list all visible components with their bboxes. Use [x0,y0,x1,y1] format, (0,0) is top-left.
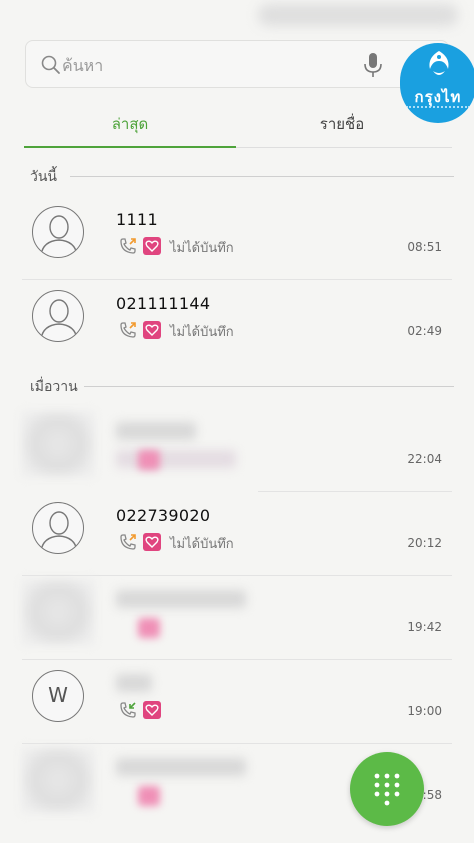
avatar [32,502,84,554]
redacted-status [258,4,458,26]
avatar [32,206,84,258]
section-yesterday: เมื่อวาน [30,376,454,398]
avatar-letter: W [48,683,68,707]
redacted-badge [138,618,160,638]
call-time: 19:42 [407,620,442,634]
tab-bar: ล่าสุด รายชื่อ [24,100,452,148]
outgoing-call-icon [120,238,136,254]
person-icon [40,215,78,256]
redacted-name [116,422,196,440]
heart-badge-icon [143,321,161,339]
avatar [32,290,84,342]
call-time: 20:12 [407,536,442,550]
tab-indicator [24,146,236,148]
redacted-avatar [22,748,94,812]
tab-contacts[interactable]: รายชื่อ [236,112,448,136]
incoming-call-icon [120,702,136,718]
call-time: 19:00 [407,704,442,718]
call-status: ไม่ได้บันทึก [170,241,234,256]
bird-logo-icon [429,51,449,75]
redacted-badge [138,786,160,806]
person-icon [40,299,78,340]
search-icon [41,55,60,74]
avatar: W [32,670,84,722]
redacted-meta [116,450,236,468]
call-log-item[interactable]: 22:04 [0,408,474,492]
call-status: ไม่ได้บันทึก [170,325,234,340]
contact-name: 022739020 [116,506,211,525]
search-bar[interactable] [25,40,449,88]
call-status: ไม่ได้บันทึก [170,537,234,552]
redacted-avatar [22,412,94,476]
mic-icon[interactable] [362,51,384,79]
contact-name: 1111 [116,210,158,229]
tab-recent[interactable]: ล่าสุด [24,112,236,136]
call-time: 22:04 [407,452,442,466]
redacted-name [116,674,152,692]
call-time: 08:51 [407,240,442,254]
call-log-item[interactable]: 19:42 [0,576,474,660]
call-log-item[interactable]: 022739020 ไม่ได้บันทึก 20:12 [0,492,474,576]
call-log-item[interactable]: 1111 ไม่ได้บันทึก 08:51 [0,196,474,280]
outgoing-call-icon [120,534,136,550]
person-icon [40,511,78,552]
section-label: วันนี้ [30,166,64,188]
heart-badge-icon [143,533,161,551]
redacted-badge [138,450,160,470]
call-log-item[interactable]: 021111144 ไม่ได้บันทึก 02:49 [0,280,474,364]
heart-badge-icon [143,701,161,719]
status-bar [0,0,474,34]
section-divider [80,386,454,387]
call-time: 02:49 [407,324,442,338]
redacted-name [116,590,246,608]
dialpad-icon [374,773,400,806]
outgoing-call-icon [120,322,136,338]
call-log-item[interactable]: W 19:00 [0,660,474,744]
heart-badge-icon [143,237,161,255]
search-input[interactable] [62,54,362,76]
redacted-name [116,758,246,776]
redacted-avatar [22,580,94,644]
section-divider [70,176,454,177]
contact-name: 021111144 [116,294,211,313]
call-log-screen: กรุงไท ล่าสุด รายชื่อ วันนี้ 1111 [0,0,474,843]
section-today: วันนี้ [30,166,454,188]
dialpad-button[interactable] [350,752,424,826]
section-label: เมื่อวาน [30,376,84,398]
